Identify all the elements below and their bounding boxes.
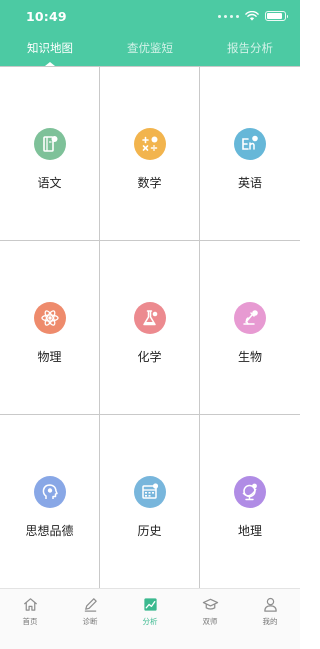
nav-label: 我的 xyxy=(262,617,278,626)
atom-icon xyxy=(33,302,66,334)
subject-biology[interactable]: 生物 xyxy=(200,241,300,415)
home-icon xyxy=(23,598,37,611)
tab-label: 知识地图 xyxy=(27,41,73,55)
tab-report-analysis[interactable]: 报告分析 xyxy=(200,34,300,66)
calendar-icon xyxy=(133,476,166,508)
subject-history[interactable]: 历史 xyxy=(100,415,200,589)
subject-label: 地理 xyxy=(237,524,262,538)
subject-label: 英语 xyxy=(237,176,262,190)
tab-label: 报告分析 xyxy=(227,41,273,55)
status-bar: 10:49 xyxy=(0,0,300,34)
head-icon xyxy=(33,476,66,508)
nav-label: 诊断 xyxy=(82,617,98,626)
tab-check-weakness[interactable]: 查优鉴短 xyxy=(100,34,200,66)
battery-icon xyxy=(265,11,288,21)
chart-icon xyxy=(143,598,157,611)
subject-morality[interactable]: 思想品德 xyxy=(0,415,100,589)
globe-icon xyxy=(234,476,266,508)
graduation-cap-icon xyxy=(202,598,218,610)
nav-label: 首页 xyxy=(22,617,38,626)
subject-label: 语文 xyxy=(37,176,62,190)
bottom-nav: 首页 诊断 分析 双师 我的 xyxy=(0,588,300,649)
pencil-icon xyxy=(84,598,97,612)
nav-diagnose[interactable]: 诊断 xyxy=(60,589,120,649)
tab-label: 查优鉴短 xyxy=(127,41,173,55)
book-icon xyxy=(33,128,66,160)
subject-physics[interactable]: 物理 xyxy=(0,241,100,415)
subject-geography[interactable]: 地理 xyxy=(200,415,300,589)
wifi-icon xyxy=(245,11,259,21)
nav-label: 分析 xyxy=(142,617,158,626)
subject-label: 思想品德 xyxy=(25,524,74,538)
status-time: 10:49 xyxy=(26,9,67,24)
nav-analysis[interactable]: 分析 xyxy=(120,589,180,649)
nav-mine[interactable]: 我的 xyxy=(240,589,300,649)
cellular-signal-icon xyxy=(218,14,239,18)
subject-label: 数学 xyxy=(137,176,162,190)
english-letters-icon xyxy=(234,128,266,160)
nav-dual-teacher[interactable]: 双师 xyxy=(180,589,240,649)
flask-icon xyxy=(133,302,166,334)
subject-grid: 语文 数学 英语 物理 化学 生物 思想品德 历史 地理 xyxy=(0,66,300,589)
subject-label: 物理 xyxy=(37,350,62,364)
app-header: 10:49 知识地图 查优鉴短 报告分析 xyxy=(0,0,300,66)
subject-chemistry[interactable]: 化学 xyxy=(100,241,200,415)
subject-english[interactable]: 英语 xyxy=(200,67,300,241)
nav-home[interactable]: 首页 xyxy=(0,589,60,649)
subject-label: 历史 xyxy=(137,524,162,538)
microscope-icon xyxy=(234,302,266,334)
tab-knowledge-map[interactable]: 知识地图 xyxy=(0,34,100,66)
subject-chinese[interactable]: 语文 xyxy=(0,67,100,241)
status-icons xyxy=(218,11,288,21)
nav-label: 双师 xyxy=(202,617,218,626)
subject-label: 生物 xyxy=(237,350,262,364)
top-tabs: 知识地图 查优鉴短 报告分析 xyxy=(0,34,300,66)
subject-math[interactable]: 数学 xyxy=(100,67,200,241)
user-icon xyxy=(263,597,277,612)
subject-label: 化学 xyxy=(137,350,162,364)
math-symbols-icon xyxy=(133,128,166,160)
